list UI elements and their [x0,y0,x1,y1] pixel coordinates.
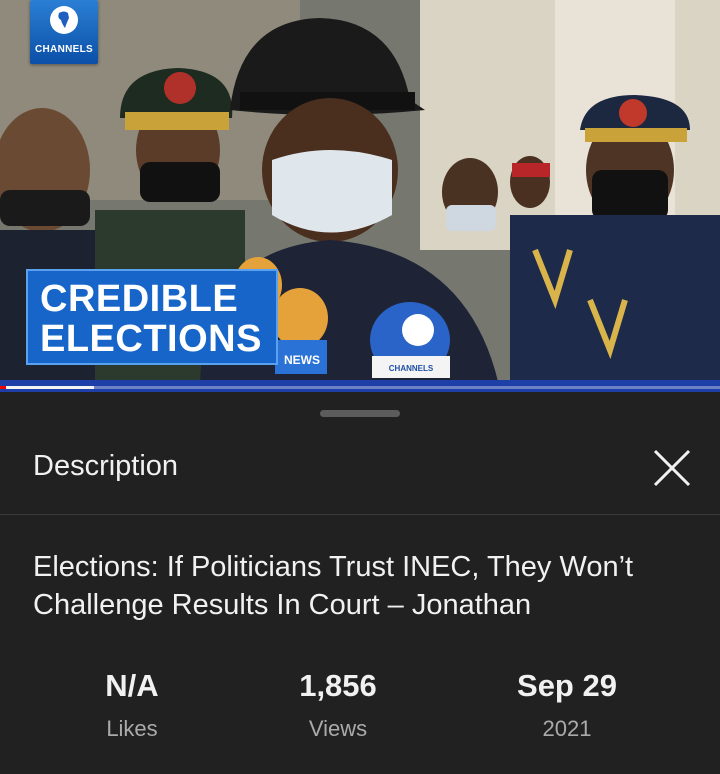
progress-fill [0,386,94,389]
stat-likes: N/A Likes [42,668,222,742]
description-sheet: Description Elections: If Politicians Tr… [0,392,720,774]
progress-played [0,386,6,389]
sheet-title: Description [33,450,179,482]
stat-date: Sep 29 2021 [477,668,657,742]
logo-text: CHANNELS [35,44,93,55]
likes-label: Likes [106,716,158,741]
progress-track[interactable] [0,386,720,389]
chyron-line1: CREDIBLE [40,278,239,320]
views-value: 1,856 [299,668,377,703]
mic-label-news: NEWS [284,353,320,367]
channels-logo: CHANNELS [30,0,98,64]
close-button[interactable] [650,446,694,490]
chyron-banner: CREDIBLE ELECTIONS [26,269,278,365]
chyron-line2: ELECTIONS [40,318,262,360]
sheet-header: Description [0,432,720,515]
date-value: Sep 29 [517,668,617,703]
likes-value: N/A [105,668,159,703]
year-label: 2021 [542,716,592,741]
drag-handle[interactable] [320,410,400,417]
mic-label-channels: CHANNELS [389,364,434,373]
progress-strip[interactable] [0,380,720,392]
views-label: Views [308,716,368,741]
globe-icon [50,6,78,34]
close-icon [653,449,691,487]
stat-views: 1,856 Views [248,668,428,742]
video-title: Elections: If Politicians Trust INEC, Th… [33,551,634,621]
video-player[interactable]: CHANNELS NEWS CHANNELS CREDIBLE ELECTION… [0,0,720,392]
